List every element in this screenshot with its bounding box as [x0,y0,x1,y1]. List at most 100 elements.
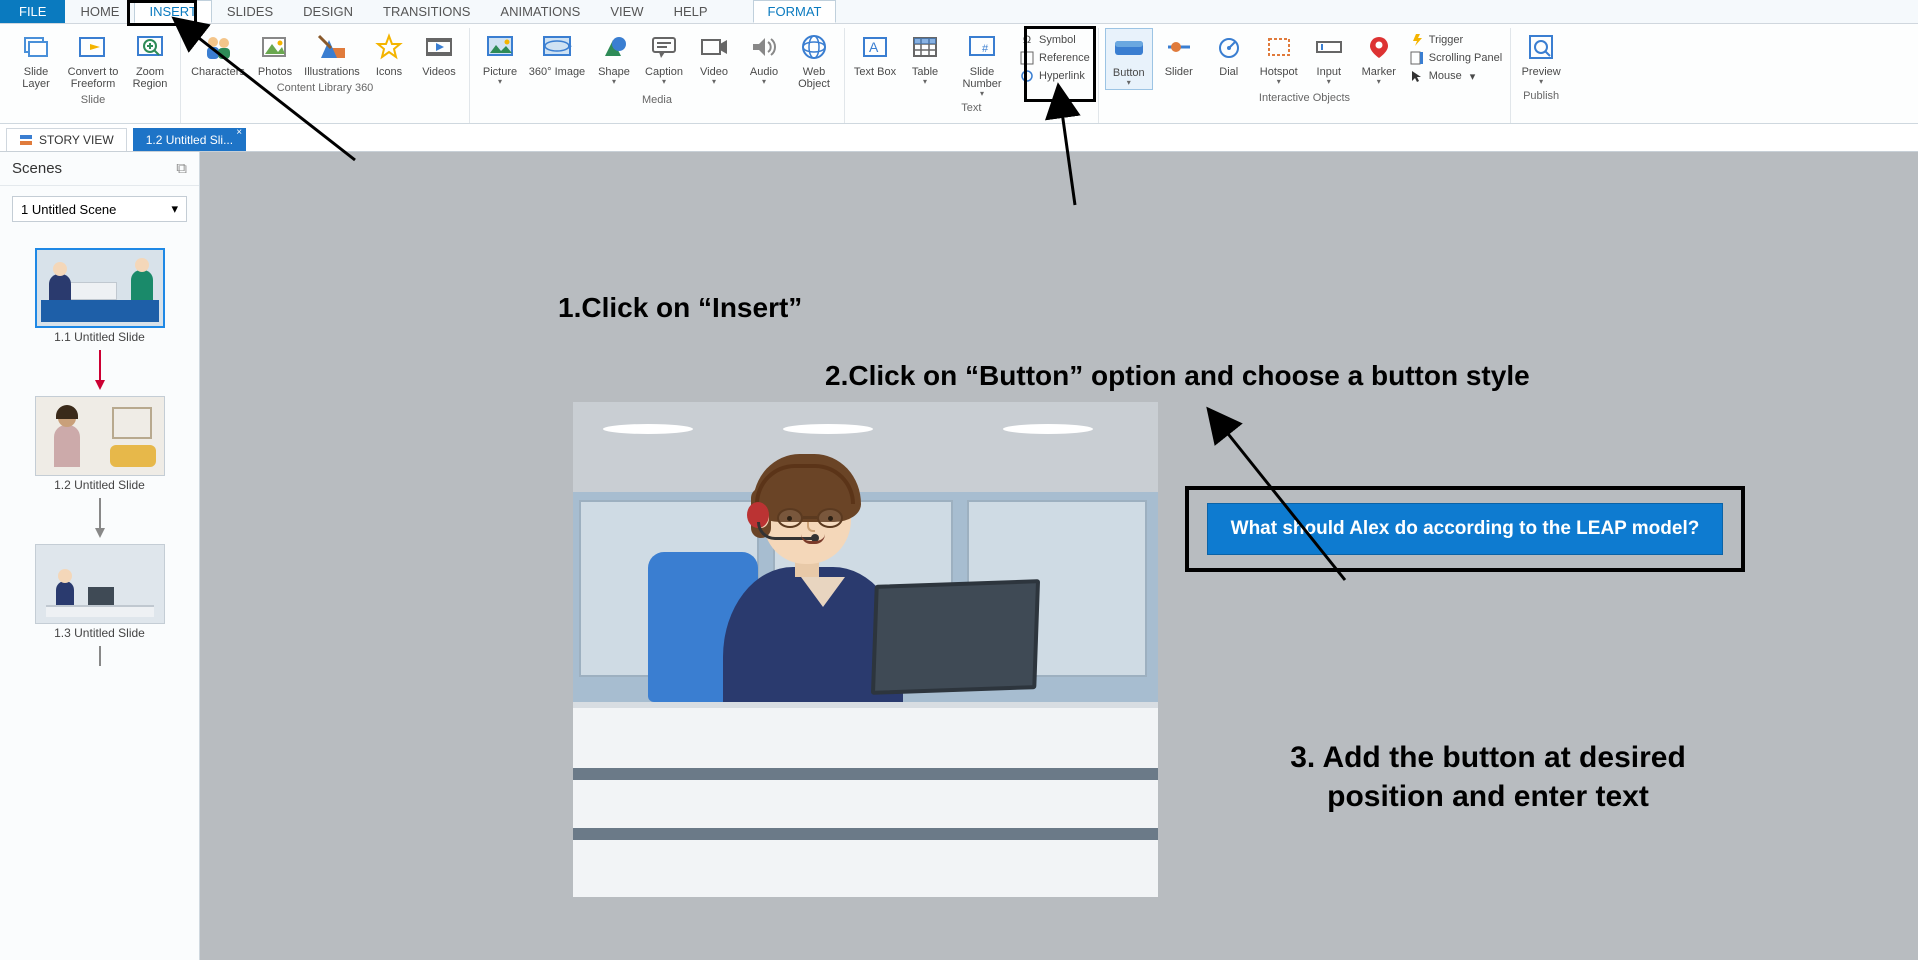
caption-icon [647,30,681,64]
audio-button[interactable]: Audio▾ [740,28,788,88]
trigger-icon [1409,32,1425,48]
input-button[interactable]: Input▾ [1305,28,1353,88]
slide-tab[interactable]: 1.2 Untitled Sli... × [133,128,246,151]
flow-arrow-2 [99,498,101,538]
icons-icon [372,30,406,64]
360-image-icon [540,30,574,64]
zoom-region-button[interactable]: Zoom Region [126,28,174,92]
ribbon: Slide Layer Convert to Freeform Zoom Reg… [0,24,1918,124]
text-box-icon: A [858,30,892,64]
close-icon[interactable]: × [236,127,242,138]
interactive-stacked: Trigger Scrolling Panel Mouse▾ [1405,28,1504,84]
svg-text:A: A [869,39,879,55]
scenes-panel: Scenes ⧉ 1 Untitled Scene ▾ 1.1 Untitled… [0,152,200,960]
workspace: Scenes ⧉ 1 Untitled Scene ▾ 1.1 Untitled… [0,152,1918,960]
photos-button[interactable]: Photos [251,28,299,80]
slider-button[interactable]: Slider [1155,28,1203,80]
scene-dropdown[interactable]: 1 Untitled Scene ▾ [12,196,187,222]
picture-icon [483,30,517,64]
illustrations-button[interactable]: Illustrations [301,28,363,80]
characters-icon [201,30,235,64]
shape-icon [597,30,631,64]
icons-button[interactable]: Icons [365,28,413,80]
svg-text:#: # [982,43,989,55]
table-icon [908,30,942,64]
marker-button[interactable]: Marker▾ [1355,28,1403,88]
annotation-3: 3. Add the button at desired position an… [1228,738,1748,816]
menu-transitions[interactable]: TRANSITIONS [368,0,485,23]
insert-tab-highlight [127,0,197,26]
flow-arrow-1 [99,350,101,390]
thumb-1-2-label: 1.2 Untitled Slide [54,478,145,492]
slide-button-highlight: What should Alex do according to the LEA… [1185,486,1745,572]
menu-animations[interactable]: ANIMATIONS [485,0,595,23]
menu-format[interactable]: FORMAT [753,0,837,23]
text-box-button[interactable]: A Text Box [851,28,899,80]
slide-number-icon: # [965,30,999,64]
zoom-region-icon [133,30,167,64]
input-icon [1312,30,1346,64]
table-button[interactable]: Table▾ [901,28,949,88]
characters-button[interactable]: Characters [187,28,249,80]
slide-layer-icon [19,30,53,64]
scrolling-panel-button[interactable]: Scrolling Panel [1409,50,1502,66]
group-media-label: Media [642,92,672,109]
menu-home[interactable]: HOME [65,0,134,23]
monitor-icon [873,582,1043,717]
slide-leap-button[interactable]: What should Alex do according to the LEA… [1207,503,1723,555]
videos-icon [422,30,456,64]
thumb-1-2[interactable] [35,396,165,476]
menu-slides[interactable]: SLIDES [212,0,288,23]
dial-button[interactable]: Dial [1205,28,1253,80]
menu-design[interactable]: DESIGN [288,0,368,23]
group-content-label: Content Library 360 [277,80,374,97]
video-icon [697,30,731,64]
annotation-1: 1.Click on “Insert” [558,292,802,324]
slider-icon [1162,30,1196,64]
story-view-icon [19,133,33,147]
menu-file[interactable]: FILE [0,0,65,23]
video-button[interactable]: Video▾ [690,28,738,88]
preview-icon [1524,30,1558,64]
scenes-title: Scenes [12,160,62,177]
picture-button[interactable]: Picture▾ [476,28,524,88]
videos-button[interactable]: Videos [415,28,463,80]
convert-freeform-button[interactable]: Convert to Freeform [62,28,124,92]
button-button[interactable]: Button▾ [1105,28,1153,90]
mouse-cursor-icon [1409,68,1425,84]
button-icon [1112,31,1146,65]
thumb-1-3[interactable] [35,544,165,624]
trigger-button[interactable]: Trigger [1409,32,1502,48]
shape-button[interactable]: Shape▾ [590,28,638,88]
dial-icon [1212,30,1246,64]
group-interactive-label: Interactive Objects [1259,90,1350,107]
group-slide-label: Slide [81,92,105,109]
slide-content[interactable] [573,402,1158,897]
menu-help[interactable]: HELP [659,0,723,23]
button-option-highlight [1024,26,1096,102]
slide-number-button[interactable]: # Slide Number▾ [951,28,1013,100]
undock-icon[interactable]: ⧉ [176,160,187,177]
illustrations-icon [315,30,349,64]
hotspot-button[interactable]: Hotspot▾ [1255,28,1303,88]
web-object-icon [797,30,831,64]
convert-freeform-icon [76,30,110,64]
chevron-down-icon: ▾ [171,201,178,217]
menu-view[interactable]: VIEW [595,0,658,23]
audio-icon [747,30,781,64]
preview-button[interactable]: Preview▾ [1517,28,1565,88]
group-text-label: Text [961,100,981,117]
thumb-1-1[interactable] [35,248,165,328]
caption-button[interactable]: Caption▾ [640,28,688,88]
canvas[interactable]: What should Alex do according to the LEA… [200,152,1918,960]
flow-arrow-3 [99,646,101,686]
slide-layer-button[interactable]: Slide Layer [12,28,60,92]
menu-bar: FILE HOME INSERT SLIDES DESIGN TRANSITIO… [0,0,1918,24]
mouse-button[interactable]: Mouse▾ [1409,68,1502,84]
web-object-button[interactable]: Web Object [790,28,838,92]
doc-tabs: STORY VIEW 1.2 Untitled Sli... × [0,124,1918,152]
story-view-tab[interactable]: STORY VIEW [6,128,127,151]
annotation-2: 2.Click on “Button” option and choose a … [825,360,1530,392]
360-image-button[interactable]: 360° Image [526,28,588,80]
marker-icon [1362,30,1396,64]
